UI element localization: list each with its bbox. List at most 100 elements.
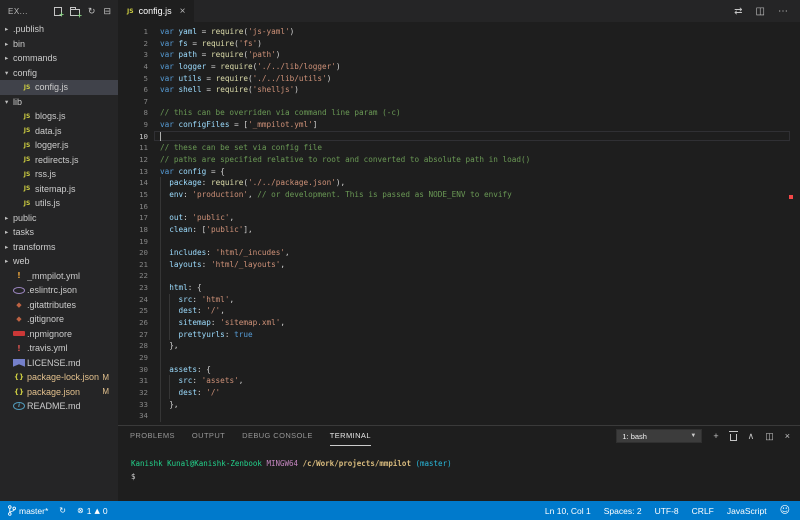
code-line[interactable]: 15 env: 'production', // or development.… [118, 188, 800, 201]
line-number[interactable]: 10 [118, 131, 148, 143]
sidebar-file--mmpilot-yml[interactable]: ! _mmpilot.yml [0, 269, 118, 284]
line-number[interactable]: 16 [118, 201, 148, 213]
language-mode-status[interactable]: JavaScript [727, 506, 767, 516]
new-terminal-icon[interactable]: + [713, 431, 718, 441]
code-line[interactable]: 2 var fs = require('fs') [118, 38, 800, 50]
line-number[interactable]: 14 [118, 177, 148, 189]
line-number[interactable]: 30 [118, 364, 148, 376]
line-number[interactable]: 23 [118, 282, 148, 294]
sidebar-file--eslintrc-json[interactable]: .eslintrc.json [0, 283, 118, 298]
sidebar-file-config-js[interactable]: JS config.js [0, 80, 118, 95]
indentation-status[interactable]: Spaces: 2 [604, 506, 642, 516]
sidebar-file-license-md[interactable]: LICENSE.md [0, 356, 118, 371]
line-number[interactable]: 13 [118, 166, 148, 178]
sidebar-file-sitemap-js[interactable]: JS sitemap.js [0, 182, 118, 197]
feedback-smiley-icon[interactable]: ☺ [780, 505, 790, 516]
kill-terminal-icon[interactable] [728, 430, 738, 441]
line-number[interactable]: 12 [118, 154, 148, 166]
code-line[interactable]: 26 sitemap: 'sitemap.xml', [118, 317, 800, 329]
line-number[interactable]: 7 [118, 96, 148, 108]
code-line[interactable]: 10 [118, 130, 800, 143]
sidebar-file--npmignore[interactable]: .npmignore [0, 327, 118, 342]
sidebar-file-package-json[interactable]: {} package.json M [0, 385, 118, 400]
sync-button[interactable]: ↻ [59, 506, 66, 515]
sidebar-folder-lib[interactable]: ▾ lib [0, 95, 118, 110]
line-number[interactable]: 4 [118, 61, 148, 73]
open-changes-icon[interactable]: ⇄ [734, 6, 742, 17]
code-line[interactable]: 34 [118, 410, 800, 422]
code-line[interactable]: 4 var logger = require('./../lib/logger') [118, 61, 800, 73]
line-number[interactable]: 19 [118, 236, 148, 248]
code-line[interactable]: 30 assets: { [118, 363, 800, 376]
eol-status[interactable]: CRLF [692, 506, 714, 516]
code-line[interactable]: 29 [118, 351, 800, 364]
maximize-panel-icon[interactable]: ∧ [748, 431, 755, 441]
code-line[interactable]: 22 [118, 270, 800, 283]
panel-tab-terminal[interactable]: TERMINAL [329, 426, 371, 446]
cursor-position-status[interactable]: Ln 10, Col 1 [545, 506, 591, 516]
line-number[interactable]: 25 [118, 305, 148, 317]
code-line[interactable]: 32 dest: '/' [118, 386, 800, 399]
line-number[interactable]: 26 [118, 317, 148, 329]
sidebar-folder--publish[interactable]: ▸ .publish [0, 22, 118, 37]
sidebar-file-redirects-js[interactable]: JS redirects.js [0, 153, 118, 168]
more-actions-icon[interactable]: ⋯ [778, 6, 788, 17]
close-panel-icon[interactable]: × [785, 431, 790, 441]
line-number[interactable]: 17 [118, 212, 148, 224]
line-number[interactable]: 2 [118, 38, 148, 50]
panel-tab-debug-console[interactable]: DEBUG CONSOLE [242, 426, 313, 446]
code-line[interactable]: 7 [118, 96, 800, 108]
line-number[interactable]: 3 [118, 49, 148, 61]
code-line[interactable]: 20 includes: 'html/_incudes', [118, 247, 800, 259]
sidebar-folder-web[interactable]: ▸ web [0, 254, 118, 269]
code-line[interactable]: 17 out: 'public', [118, 212, 800, 224]
code-line[interactable]: 6 var shell = require('shelljs') [118, 84, 800, 96]
code-line[interactable]: 1 var yaml = require('js-yaml') [118, 26, 800, 38]
collapse-all-icon[interactable]: ⊟ [103, 6, 111, 16]
code-line[interactable]: 12 // paths are specified relative to roo… [118, 154, 800, 166]
code-editor[interactable]: 1 var yaml = require('js-yaml') 2 var fs = … [118, 22, 800, 425]
panel-tab-output[interactable]: OUTPUT [192, 426, 225, 446]
sidebar-file--travis-yml[interactable]: ! .travis.yml [0, 341, 118, 356]
new-folder-icon[interactable] [69, 6, 82, 20]
sidebar-file-data-js[interactable]: JS data.js [0, 124, 118, 139]
sidebar-folder-tasks[interactable]: ▸ tasks [0, 225, 118, 240]
line-number[interactable]: 24 [118, 294, 148, 306]
line-number[interactable]: 18 [118, 224, 148, 236]
code-line[interactable]: 5 var utils = require('./../lib/utils') [118, 73, 800, 85]
code-line[interactable]: 16 [118, 200, 800, 213]
sidebar-file-package-lock-json[interactable]: {} package-lock.json M [0, 370, 118, 385]
sidebar-file--gitattributes[interactable]: ◆ .gitattributes [0, 298, 118, 313]
git-branch-status[interactable]: master* [8, 505, 48, 516]
panel-tab-problems[interactable]: PROBLEMS [130, 426, 175, 446]
code-line[interactable]: 18 clean: ['public'], [118, 223, 800, 236]
line-number[interactable]: 29 [118, 352, 148, 364]
problems-status[interactable]: ⊗ 1 ▲ 0 [77, 506, 108, 516]
split-terminal-icon[interactable]: ◫ [765, 431, 774, 441]
line-number[interactable]: 1 [118, 26, 148, 38]
sidebar-file-logger-js[interactable]: JS logger.js [0, 138, 118, 153]
sidebar-file-rss-js[interactable]: JS rss.js [0, 167, 118, 182]
line-number[interactable]: 32 [118, 387, 148, 399]
sidebar-file-utils-js[interactable]: JS utils.js [0, 196, 118, 211]
line-number[interactable]: 8 [118, 107, 148, 119]
line-number[interactable]: 9 [118, 119, 148, 131]
line-number[interactable]: 6 [118, 84, 148, 96]
sidebar-folder-config[interactable]: ▾ config [0, 66, 118, 81]
line-number[interactable]: 22 [118, 270, 148, 282]
shell-selector-dropdown[interactable]: 1: bash ▼ [616, 429, 703, 443]
refresh-icon[interactable]: ↻ [88, 6, 96, 16]
sidebar-file-blogs-js[interactable]: JS blogs.js [0, 109, 118, 124]
code-line[interactable]: 21 layouts: 'html/_layouts', [118, 258, 800, 271]
line-number[interactable]: 33 [118, 399, 148, 411]
line-number[interactable]: 20 [118, 247, 148, 259]
code-line[interactable]: 11 // these can be set via config file [118, 142, 800, 154]
line-number[interactable]: 27 [118, 329, 148, 341]
sidebar-folder-public[interactable]: ▸ public [0, 211, 118, 226]
code-line[interactable]: 27 prettyurls: true [118, 328, 800, 341]
sidebar-folder-bin[interactable]: ▸ bin [0, 37, 118, 52]
code-line[interactable]: 8 // this can be overriden via command li… [118, 107, 800, 119]
code-line[interactable]: 25 dest: '/', [118, 305, 800, 318]
line-number[interactable]: 11 [118, 142, 148, 154]
code-line[interactable]: 33 }, [118, 398, 800, 411]
